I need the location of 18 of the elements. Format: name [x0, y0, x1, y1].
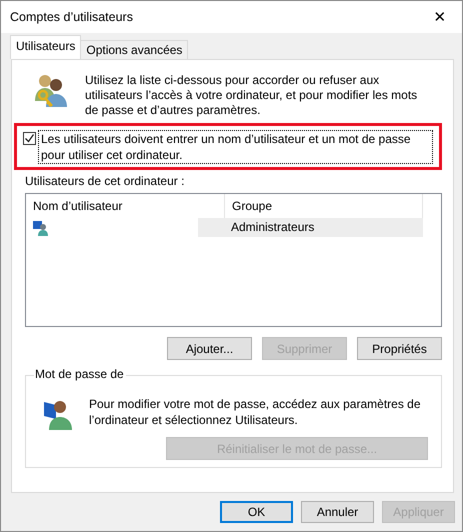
description-text: Utilisez la liste ci-dessous pour accorder ou refuser aux utilisateurs l’accès à votre ordinateur, et pour modifier les mots de passe et d’autres paramètres.	[85, 73, 418, 118]
list-label: Utilisateurs de cet ordinateur :	[25, 174, 186, 188]
checkbox-label[interactable]: Les utilisateurs doivent entrer un nom d’utilisateur et un mot de passe pour utiliser cet ordinateur.	[38, 130, 433, 164]
checkbox[interactable]	[23, 132, 36, 145]
users-key-icon	[34, 73, 68, 109]
table-cell[interactable]: Administrateurs	[198, 218, 423, 237]
button[interactable]: Ajouter...	[167, 337, 252, 360]
tab[interactable]: Utilisateurs	[10, 35, 82, 59]
button[interactable]: Propriétés	[357, 337, 442, 360]
group-title: Mot de passe de	[34, 367, 126, 381]
user-list[interactable]: Nom d’utilisateur Groupe Administrateurs	[25, 193, 442, 327]
user-computer-icon	[33, 220, 49, 236]
tab[interactable]: Options avancées	[80, 40, 188, 59]
close-icon[interactable]: ✕	[418, 8, 462, 26]
description-text: Pour modifier votre mot de passe, accédez aux paramètres de l’ordinateur et sélectionnez Utilisateurs.	[89, 396, 422, 429]
window-title: Comptes d’utilisateurs	[10, 10, 133, 24]
button[interactable]: Annuler	[301, 501, 374, 523]
button[interactable]: OK	[220, 501, 293, 523]
